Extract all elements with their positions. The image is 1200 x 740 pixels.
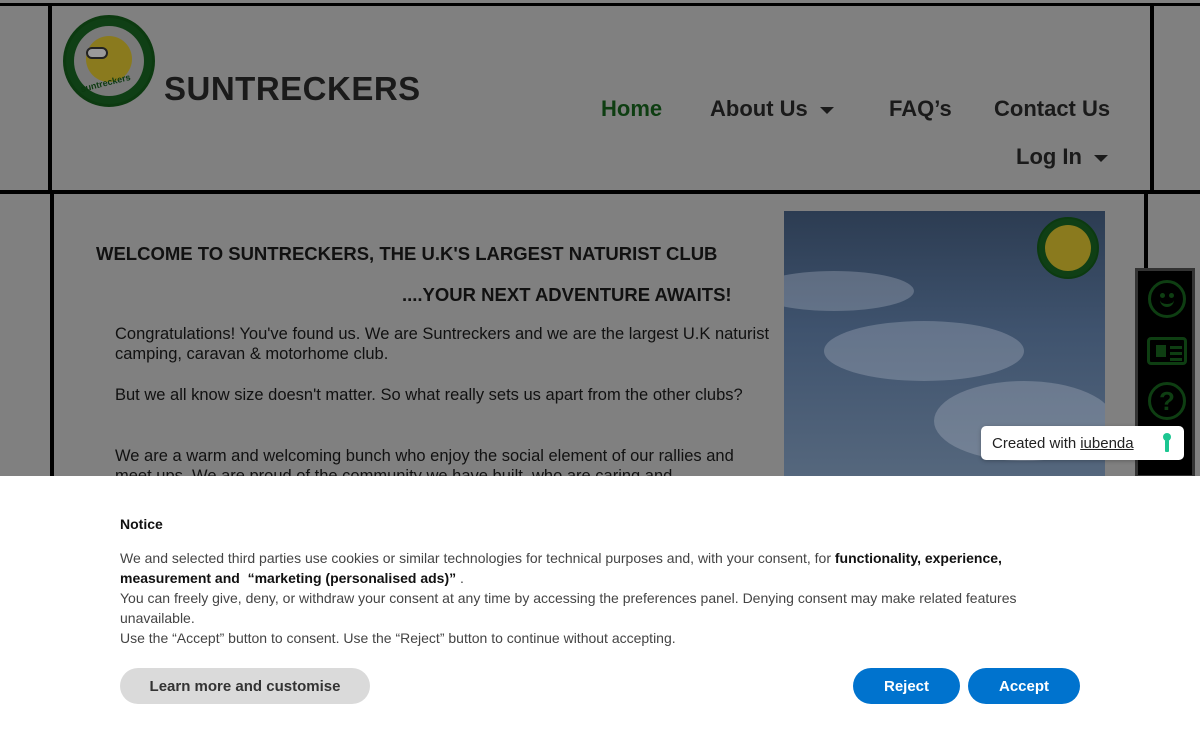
nav-contact-label: Contact Us (994, 96, 1111, 121)
nav-login-label: Log In (1016, 144, 1082, 169)
notice-line-2: You can freely give, deny, or withdraw y… (120, 590, 1017, 626)
content-right-border (1144, 194, 1148, 274)
sun-icon (1045, 225, 1091, 271)
iubenda-logo-icon (1162, 433, 1172, 453)
notice-line-1-quoted: “marketing (personalised ads)” (247, 570, 457, 586)
cloud-shape (824, 321, 1024, 381)
header-divider (0, 190, 1200, 194)
smiley-icon[interactable] (1147, 279, 1187, 319)
notice-text: We and selected third parties use cookie… (120, 548, 1050, 648)
nav-about[interactable]: About Us (710, 96, 834, 122)
accept-button[interactable]: Accept (968, 668, 1080, 704)
chevron-down-icon (819, 106, 834, 114)
cookie-banner: Notice We and selected third parties use… (0, 476, 1200, 740)
nav-login[interactable]: Log In (1016, 144, 1108, 170)
reject-button[interactable]: Reject (853, 668, 960, 704)
iubenda-link[interactable]: iubenda (1080, 435, 1133, 452)
nav-faq[interactable]: FAQ’s (889, 96, 952, 122)
intro-paragraph-1: Congratulations! You've found us. We are… (115, 325, 770, 363)
notice-line-1-text: We and selected third parties use cookie… (120, 550, 835, 566)
hero-logo (1037, 217, 1099, 279)
nav-home-label: Home (601, 96, 663, 121)
goggles-icon (86, 47, 108, 59)
intro-paragraph-2: But we all know size doesn't matter. So … (115, 386, 743, 404)
nav-contact[interactable]: Contact Us (994, 96, 1110, 122)
notice-line-3: Use the “Accept” button to consent. Use … (120, 630, 676, 646)
question-icon[interactable]: ? (1147, 381, 1187, 421)
nav-about-label: About Us (710, 96, 808, 121)
right-border (1150, 3, 1154, 193)
brand-name[interactable]: SUNTRECKERS (164, 70, 421, 108)
site-logo[interactable]: suntreckers (63, 15, 155, 107)
top-border (0, 3, 1200, 6)
cloud-shape (784, 271, 914, 311)
welcome-heading: WELCOME TO SUNTRECKERS, THE U.K'S LARGES… (96, 243, 718, 264)
nav-home[interactable]: Home (601, 96, 662, 122)
notice-title: Notice (120, 516, 163, 532)
iubenda-badge[interactable]: Created with iubenda (981, 426, 1184, 460)
notice-line-1-end: . (460, 570, 464, 586)
adventure-heading: ....YOUR NEXT ADVENTURE AWAITS! (402, 284, 732, 305)
nav-faq-label: FAQ’s (889, 96, 952, 121)
content-left-border (50, 194, 54, 484)
notice-line-1: We and selected third parties use cookie… (120, 548, 1050, 588)
chevron-down-icon (1093, 154, 1108, 162)
newspaper-icon[interactable] (1147, 331, 1187, 371)
iubenda-prefix: Created with (992, 434, 1077, 452)
left-border (48, 3, 52, 193)
learn-more-button[interactable]: Learn more and customise (120, 668, 370, 704)
